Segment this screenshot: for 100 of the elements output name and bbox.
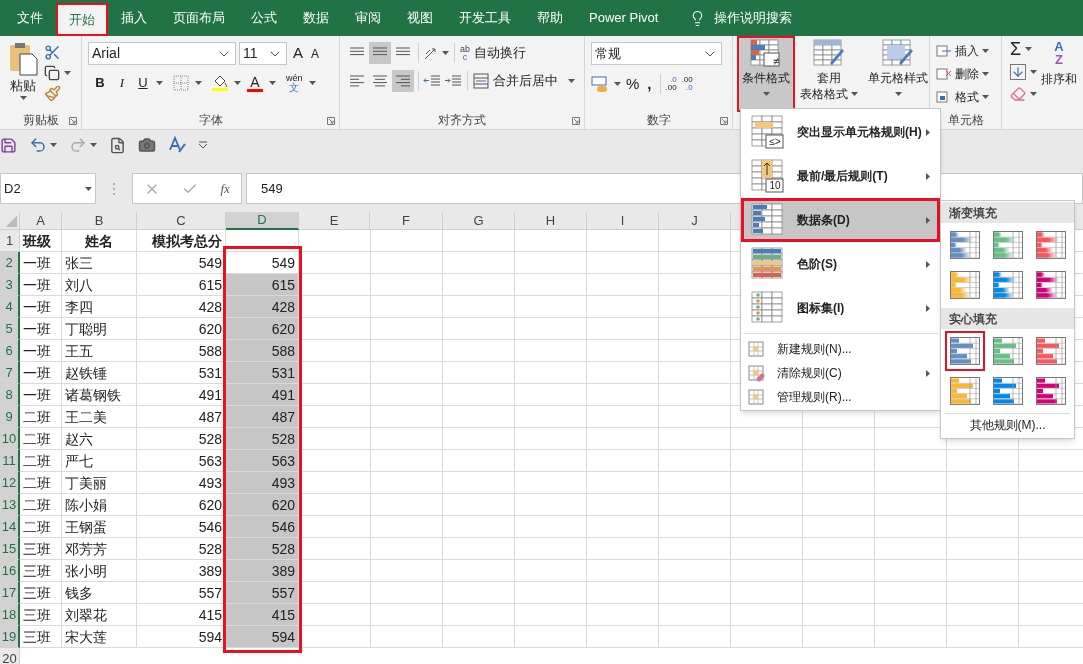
group-label: 数字: [646, 112, 671, 129]
row-header[interactable]: 15: [0, 538, 20, 560]
row-header[interactable]: 1: [0, 230, 20, 252]
row-header[interactable]: 11: [0, 450, 20, 472]
ribbon-tab[interactable]: 开始: [56, 3, 108, 36]
comma-button[interactable]: ,: [644, 73, 655, 96]
italic-button[interactable]: I: [114, 73, 130, 93]
table-cell: 刘八: [62, 274, 137, 296]
group-label: 对齐方式: [438, 112, 486, 129]
row-header[interactable]: 8: [0, 384, 20, 406]
ribbon-tab[interactable]: 页面布局: [160, 0, 238, 36]
decrease-decimal-button[interactable]: .00 .0: [681, 76, 693, 93]
column-header[interactable]: H: [515, 212, 587, 230]
table-cell: 刘翠花: [62, 604, 137, 626]
row-header[interactable]: 17: [0, 582, 20, 604]
row-header[interactable]: 10: [0, 428, 20, 450]
table-cell: 三班: [20, 538, 62, 560]
header-cell: 模拟考总分: [137, 230, 226, 252]
ribbon-tab[interactable]: 插入: [108, 0, 160, 36]
font-name-dropdown[interactable]: Arial: [88, 42, 236, 65]
group-label: 单元格: [947, 112, 984, 129]
menu-item[interactable]: 新建规则(N)...: [741, 337, 940, 361]
ribbon-tab[interactable]: Power Pivot: [576, 0, 672, 36]
table-cell: 严七: [62, 450, 137, 472]
table-cell: 赵铁锤: [62, 362, 137, 384]
column-header[interactable]: A: [20, 212, 62, 230]
column-header[interactable]: I: [587, 212, 659, 230]
merge-center-button[interactable]: 合并后居中: [473, 71, 575, 91]
insert-function-button[interactable]: fx: [220, 178, 230, 199]
column-header[interactable]: E: [299, 212, 370, 230]
row-header[interactable]: 9: [0, 406, 20, 428]
table-cell: 赵六: [62, 428, 137, 450]
shrink-font-button[interactable]: A: [309, 44, 322, 63]
autosum-button[interactable]: Σ: [1010, 40, 1022, 58]
row-header[interactable]: 12: [0, 472, 20, 494]
table-cell: 一班: [20, 340, 62, 362]
table-cell: 二班: [20, 494, 62, 516]
table-cell: 389: [226, 560, 299, 582]
menu-item[interactable]: 数据条(D): [741, 198, 940, 242]
ribbon-tab[interactable]: 视图: [394, 0, 446, 36]
number-format-dropdown[interactable]: 常规: [591, 42, 722, 65]
paste-button[interactable]: 粘贴: [6, 42, 40, 102]
underline-button[interactable]: U: [136, 73, 150, 93]
ribbon-tab[interactable]: 文件: [4, 0, 56, 36]
table-cell: 620: [226, 318, 299, 340]
row-header[interactable]: 3: [0, 274, 20, 296]
row-header[interactable]: 7: [0, 362, 20, 384]
ribbon-tab[interactable]: 审阅: [342, 0, 394, 36]
tell-me-search[interactable]: 操作说明搜索: [714, 8, 793, 28]
ribbon-tab[interactable]: 数据: [290, 0, 342, 36]
row-header[interactable]: 14: [0, 516, 20, 538]
column-header[interactable]: J: [659, 212, 731, 230]
menu-item[interactable]: ≤> 突出显示单元格规则(H): [741, 110, 940, 154]
table-cell: 549: [226, 252, 299, 274]
menu-item[interactable]: 清除规则(C): [741, 361, 940, 385]
sort-filter-button[interactable]: A Z 排序和: [1041, 40, 1077, 129]
column-header[interactable]: D: [226, 212, 299, 230]
table-cell: 丁聪明: [62, 318, 137, 340]
row-header[interactable]: 4: [0, 296, 20, 318]
cells-command-button[interactable]: 插入: [936, 42, 995, 60]
ribbon-tab[interactable]: 公式: [238, 0, 290, 36]
table-cell: 丁美丽: [62, 472, 137, 494]
bold-button[interactable]: B: [92, 73, 108, 93]
grow-font-button[interactable]: A: [290, 42, 306, 65]
font-color-button[interactable]: A: [247, 74, 263, 92]
style-gallery-button[interactable]: ≠ 条件格式: [739, 38, 793, 110]
table-cell: 一班: [20, 296, 62, 318]
increase-decimal-button[interactable]: .0 .00: [665, 76, 677, 93]
table-cell: 三班: [20, 626, 62, 648]
column-header[interactable]: B: [62, 212, 137, 230]
cells-command-button[interactable]: 删除: [936, 65, 995, 83]
table-cell: 二班: [20, 450, 62, 472]
font-size-dropdown[interactable]: 11: [239, 42, 287, 65]
menu-item[interactable]: 管理规则(R)...: [741, 385, 940, 409]
more-rules-item[interactable]: 其他规则(M)...: [941, 414, 1074, 436]
ribbon-tab[interactable]: 帮助: [524, 0, 576, 36]
column-header[interactable]: G: [443, 212, 515, 230]
menu-item[interactable]: 图标集(I): [741, 286, 940, 330]
percent-button[interactable]: %: [626, 73, 640, 96]
row-header[interactable]: 20: [0, 648, 20, 664]
menu-item[interactable]: 色阶(S): [741, 242, 940, 286]
table-cell: 531: [226, 362, 299, 384]
row-header[interactable]: 16: [0, 560, 20, 582]
phonetic-guide-button[interactable]: wén 文: [286, 73, 303, 93]
row-header[interactable]: 6: [0, 340, 20, 362]
table-cell: 546: [226, 516, 299, 538]
row-header[interactable]: 5: [0, 318, 20, 340]
name-box[interactable]: D2: [0, 173, 96, 204]
sort-icon: A Z: [1054, 40, 1064, 66]
row-header[interactable]: 19: [0, 626, 20, 648]
table-cell: 三班: [20, 582, 62, 604]
table-cell: 张三: [62, 252, 137, 274]
row-header[interactable]: 13: [0, 494, 20, 516]
cells-command-button[interactable]: 格式: [936, 88, 995, 106]
table-cell: 一班: [20, 274, 62, 296]
row-header[interactable]: 18: [0, 604, 20, 626]
ribbon-tab[interactable]: 开发工具: [446, 0, 524, 36]
row-header[interactable]: 2: [0, 252, 20, 274]
column-header[interactable]: F: [370, 212, 443, 230]
table-cell: 王二美: [62, 406, 137, 428]
